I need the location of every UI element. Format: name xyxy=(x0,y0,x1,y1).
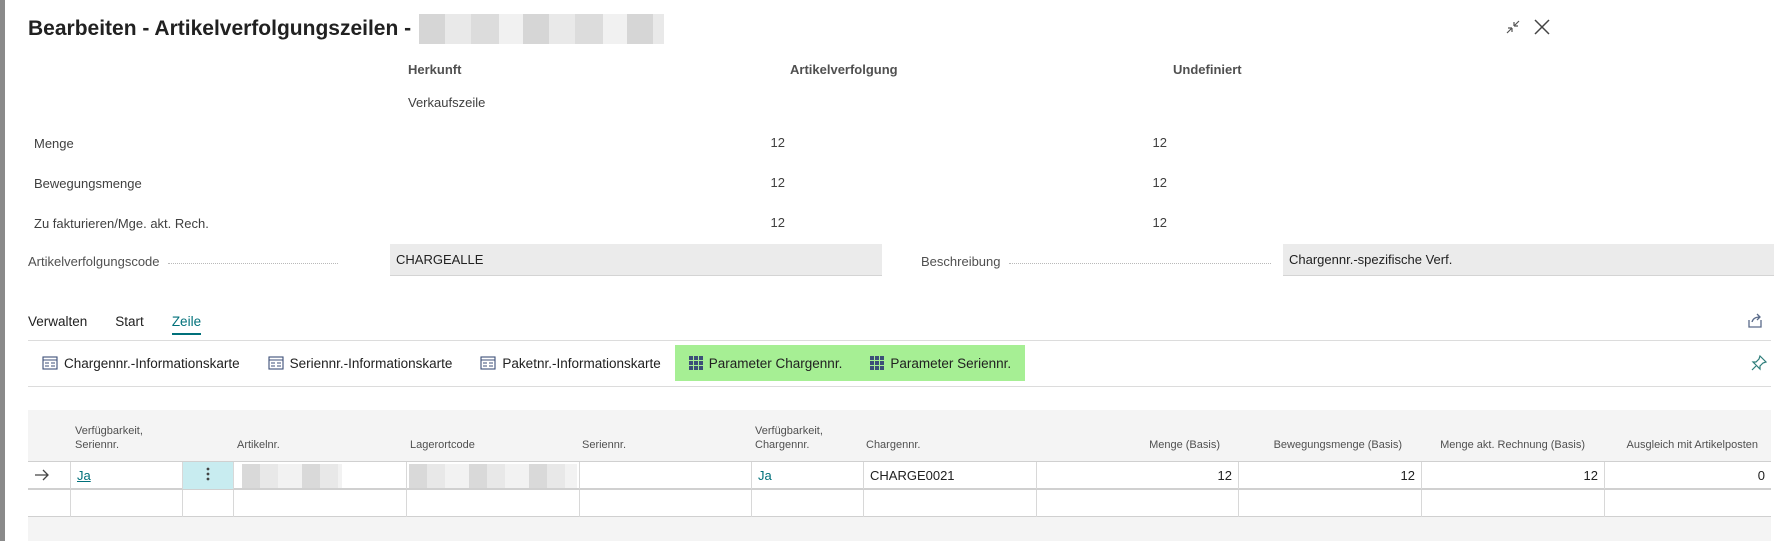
column-header-ausgleich[interactable]: Ausgleich mit Artikelposten xyxy=(1600,438,1758,452)
empty-cell[interactable] xyxy=(1421,490,1604,517)
table-row[interactable]: Ja Ja CHARGE0021 12 12 12 0 xyxy=(28,461,1771,489)
redacted-value xyxy=(242,464,342,488)
close-icon xyxy=(1534,19,1550,35)
ausgleich-cell[interactable]: 0 xyxy=(1604,462,1771,489)
verfuegbarkeit-seriennr-cell[interactable]: Ja xyxy=(70,462,182,489)
seriennr-cell[interactable] xyxy=(579,462,751,489)
zu-fakturieren-artikelverfolgung: 12 xyxy=(770,215,785,230)
tab-zeile[interactable]: Zeile xyxy=(171,314,202,335)
left-rail xyxy=(0,0,5,541)
header-artikelverfolgung: Artikelverfolgung xyxy=(790,62,898,77)
bewegungsmenge-basis-cell[interactable]: 12 xyxy=(1238,462,1421,489)
bewegungsmenge-undefiniert: 12 xyxy=(1152,175,1167,190)
paketnr-informationskarte-button[interactable]: Paketnr.-Informationskarte xyxy=(466,345,674,381)
column-header-verfuegbarkeit-seriennr[interactable]: Verfügbarkeit, Seriennr. xyxy=(75,424,143,452)
row-label-menge: Menge xyxy=(34,136,74,151)
menge-basis-cell[interactable]: 12 xyxy=(1036,462,1238,489)
chargennr-cell[interactable]: CHARGE0021 xyxy=(863,462,1036,489)
column-header-chargennr[interactable]: Chargennr. xyxy=(866,438,920,452)
grid-icon xyxy=(870,356,885,370)
card-icon xyxy=(268,356,284,370)
collapse-button[interactable] xyxy=(1502,16,1524,38)
column-header-lagerortcode[interactable]: Lagerortcode xyxy=(410,438,475,452)
empty-cell[interactable] xyxy=(406,490,579,517)
row-menu-button[interactable] xyxy=(182,462,233,489)
chargennr-informationskarte-button[interactable]: Chargennr.-Informationskarte xyxy=(28,345,254,381)
empty-cell[interactable] xyxy=(70,490,182,517)
artikelverfolgungscode-label: Artikelverfolgungscode xyxy=(28,254,338,269)
column-header-artikelnr[interactable]: Artikelnr. xyxy=(237,438,280,452)
empty-cell[interactable] xyxy=(863,490,1036,517)
tabs-divider xyxy=(28,340,1771,341)
menge-artikelverfolgung: 12 xyxy=(770,135,785,150)
table-row[interactable] xyxy=(28,489,1771,517)
collapse-icon xyxy=(1506,20,1520,34)
redacted-title-suffix xyxy=(419,14,665,44)
empty-cell[interactable] xyxy=(1238,490,1421,517)
parameter-seriennr-button[interactable]: Parameter Seriennr. xyxy=(856,345,1026,381)
zu-fakturieren-undefiniert: 12 xyxy=(1152,215,1167,230)
action-tabs: Verwalten Start Zeile xyxy=(28,314,202,335)
artikelnr-cell[interactable] xyxy=(233,462,406,489)
card-icon xyxy=(42,356,58,370)
pin-icon xyxy=(1751,354,1768,371)
verfuegbarkeit-chargennr-cell[interactable]: Ja xyxy=(751,462,863,489)
row-indicator xyxy=(28,490,70,517)
empty-cell[interactable] xyxy=(579,490,751,517)
action-bar: Chargennr.-Informationskarte Seriennr.-I… xyxy=(28,345,1026,381)
column-header-bewegungsmenge-basis[interactable]: Bewegungsmenge (Basis) xyxy=(1240,438,1402,452)
page-title: Bearbeiten - Artikelverfolgungszeilen - xyxy=(28,14,665,44)
parameter-chargennr-button[interactable]: Parameter Chargennr. xyxy=(674,345,857,381)
herkunft-value: Verkaufszeile xyxy=(408,95,486,110)
header-undefiniert: Undefiniert xyxy=(1173,62,1242,77)
tab-verwalten[interactable]: Verwalten xyxy=(28,314,87,335)
card-icon xyxy=(480,356,496,370)
more-vertical-icon xyxy=(206,467,210,481)
row-indicator-arrow-icon xyxy=(28,462,70,489)
share-icon xyxy=(1748,313,1762,328)
empty-cell[interactable] xyxy=(751,490,863,517)
seriennr-informationskarte-button[interactable]: Seriennr.-Informationskarte xyxy=(254,345,467,381)
header-herkunft: Herkunft xyxy=(408,62,462,77)
share-button[interactable] xyxy=(1746,312,1764,330)
column-header-menge-basis[interactable]: Menge (Basis) xyxy=(1080,438,1220,452)
column-header-seriennr[interactable]: Seriennr. xyxy=(582,438,626,452)
label-leader xyxy=(1008,263,1271,264)
lagerortcode-cell[interactable] xyxy=(406,462,579,489)
redacted-value xyxy=(409,464,577,488)
row-label-zu-fakturieren: Zu fakturieren/Mge. akt. Rech. xyxy=(34,216,209,231)
beschreibung-label: Beschreibung xyxy=(921,254,1271,269)
empty-cell[interactable] xyxy=(1604,490,1771,517)
pin-button[interactable] xyxy=(1750,354,1768,372)
artikelverfolgungscode-field[interactable]: CHARGEALLE xyxy=(390,244,882,276)
verfuegbarkeit-seriennr-link[interactable]: Ja xyxy=(77,468,91,483)
empty-cell[interactable] xyxy=(1036,490,1238,517)
column-header-menge-akt-rechnung-basis[interactable]: Menge akt. Rechnung (Basis) xyxy=(1420,438,1585,452)
close-button[interactable] xyxy=(1531,16,1553,38)
empty-cell[interactable] xyxy=(182,490,233,517)
row-label-bewegungsmenge: Bewegungsmenge xyxy=(34,176,142,191)
grid-icon xyxy=(688,356,703,370)
label-leader xyxy=(167,263,338,264)
tab-start[interactable]: Start xyxy=(115,314,144,335)
empty-cell[interactable] xyxy=(233,490,406,517)
column-header-verfuegbarkeit-chargennr[interactable]: Verfügbarkeit, Chargennr. xyxy=(755,424,823,452)
menge-undefiniert: 12 xyxy=(1152,135,1167,150)
actions-divider xyxy=(28,386,1771,387)
page-title-text: Bearbeiten - Artikelverfolgungszeilen - xyxy=(28,17,412,40)
beschreibung-field[interactable]: Chargennr.-spezifische Verf. xyxy=(1283,244,1774,276)
bewegungsmenge-artikelverfolgung: 12 xyxy=(770,175,785,190)
menge-akt-rechnung-basis-cell[interactable]: 12 xyxy=(1421,462,1604,489)
